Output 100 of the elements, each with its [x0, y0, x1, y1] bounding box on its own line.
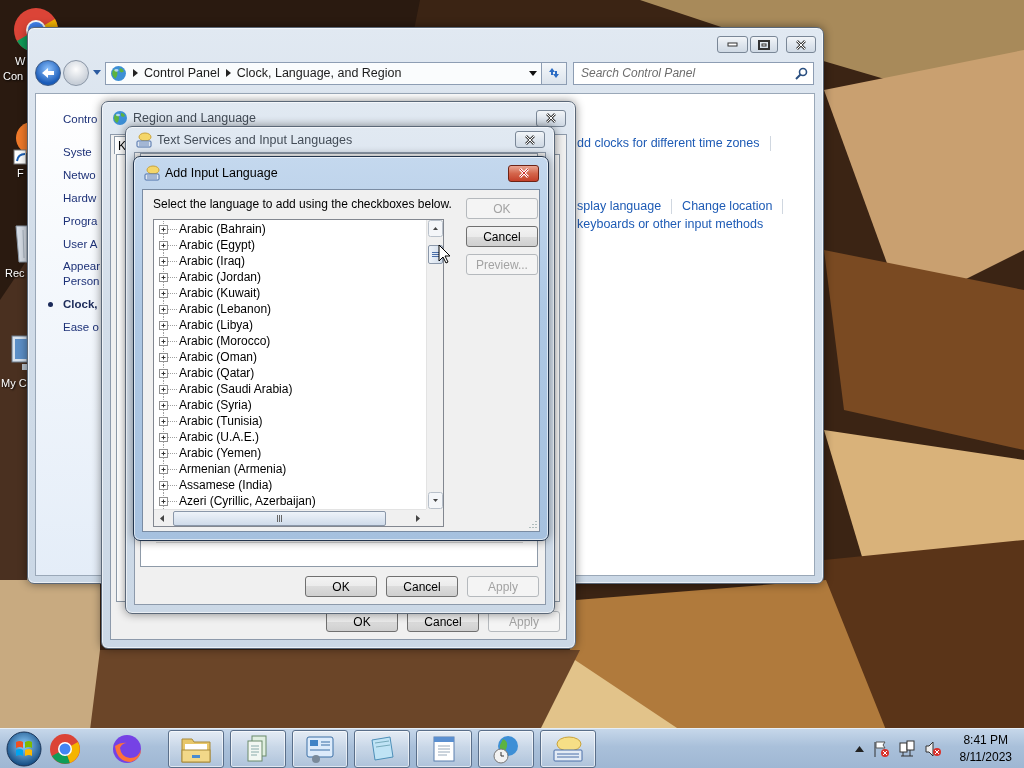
- address-bar[interactable]: Control Panel Clock, Language, and Region: [105, 61, 542, 85]
- tree-item[interactable]: Arabic (Iraq): [179, 254, 246, 268]
- sidebar-link[interactable]: Netwo: [48, 163, 96, 186]
- breadcrumb[interactable]: Control Panel: [144, 66, 220, 80]
- recent-pages-icon[interactable]: [92, 70, 102, 76]
- show-hidden-icons-icon[interactable]: [854, 745, 864, 752]
- link[interactable]: Change location: [682, 199, 773, 213]
- sidebar-link[interactable]: User A: [48, 232, 98, 255]
- dropdown-icon[interactable]: [529, 70, 537, 76]
- tree-item[interactable]: Arabic (Saudi Arabia): [179, 382, 293, 396]
- expand-icon[interactable]: [158, 269, 178, 285]
- taskbar-button[interactable]: [230, 729, 286, 768]
- sidebar-link[interactable]: Contro: [48, 107, 98, 140]
- taskbar-button[interactable]: [416, 729, 472, 768]
- back-button[interactable]: [35, 60, 61, 86]
- instruction-text: Select the language to add using the checkboxes below.: [153, 197, 452, 212]
- ok-button[interactable]: OK: [305, 576, 377, 597]
- expand-icon[interactable]: [158, 365, 178, 381]
- restore-icon[interactable]: [758, 39, 770, 50]
- window-title: Region and Language: [133, 111, 257, 125]
- back-arrow-icon[interactable]: [41, 67, 55, 79]
- grip-icon: [276, 515, 283, 522]
- taskbar-button[interactable]: [292, 729, 348, 768]
- tree-item[interactable]: Arabic (Morocco): [179, 334, 271, 348]
- expand-icon[interactable]: [158, 349, 178, 365]
- horizontal-scrollbar[interactable]: [154, 509, 426, 526]
- tree-item[interactable]: Arabic (Egypt): [179, 238, 256, 252]
- tree-item[interactable]: Arabic (U.A.E.): [179, 430, 259, 444]
- tree-item[interactable]: Arabic (Bahrain): [179, 222, 266, 236]
- chevron-icon[interactable]: [133, 69, 138, 77]
- link[interactable]: keyboards or other input methods: [577, 217, 764, 231]
- tree-item[interactable]: Arabic (Tunisia): [179, 414, 263, 428]
- tree-item[interactable]: Arabic (Qatar): [179, 366, 255, 380]
- tree-item[interactable]: Arabic (Lebanon): [179, 302, 272, 316]
- scroll-up-button[interactable]: [427, 220, 443, 237]
- expand-icon[interactable]: [158, 381, 178, 397]
- expand-icon[interactable]: [158, 445, 178, 461]
- expand-icon[interactable]: [158, 429, 178, 445]
- expand-icon[interactable]: [158, 285, 178, 301]
- expand-icon[interactable]: [158, 221, 178, 237]
- cancel-button[interactable]: Cancel: [465, 226, 538, 247]
- tree-item[interactable]: Assamese (India): [179, 478, 273, 492]
- tree-item[interactable]: Arabic (Kuwait): [179, 286, 261, 300]
- tree-item[interactable]: Arabic (Yemen): [179, 446, 262, 460]
- refresh-icon[interactable]: [547, 67, 561, 79]
- close-button[interactable]: [536, 109, 566, 127]
- close-icon[interactable]: [795, 39, 807, 50]
- cancel-button[interactable]: Cancel: [386, 576, 458, 597]
- expand-icon[interactable]: [158, 237, 178, 253]
- network-icon[interactable]: [897, 739, 916, 758]
- taskbar-button[interactable]: [168, 729, 224, 768]
- tree-item[interactable]: Arabic (Libya): [179, 318, 254, 332]
- flag-icon[interactable]: [871, 739, 890, 758]
- expand-icon[interactable]: [158, 301, 178, 317]
- taskbar-button[interactable]: [540, 729, 596, 768]
- chevron-icon[interactable]: [225, 69, 231, 77]
- vertical-scrollbar[interactable]: [426, 220, 443, 509]
- clock[interactable]: 8:41 PM 8/11/2023: [959, 731, 1012, 766]
- sidebar-link[interactable]: Appear Person: [48, 255, 101, 292]
- sidebar-link[interactable]: Ease o: [48, 315, 99, 338]
- sidebar-link[interactable]: Syste: [48, 140, 92, 163]
- close-button[interactable]: [508, 164, 539, 182]
- control-panel-icon[interactable]: [304, 733, 336, 764]
- expand-icon[interactable]: [158, 413, 178, 429]
- maximize-button[interactable]: [750, 36, 778, 53]
- sidebar-link[interactable]: Progra: [48, 209, 98, 232]
- sidebar-link[interactable]: Clock,: [48, 292, 98, 315]
- speaker-icon[interactable]: [923, 739, 942, 758]
- keyboard-icon[interactable]: [551, 733, 585, 764]
- globe-icon: [112, 110, 128, 126]
- tree-item[interactable]: Armenian (Armenia): [179, 462, 287, 476]
- tree-item[interactable]: Arabic (Syria): [179, 398, 252, 412]
- close-icon[interactable]: [524, 134, 536, 145]
- breadcrumb[interactable]: Clock, Language, and Region: [236, 66, 402, 80]
- resize-grip-icon[interactable]: [527, 519, 537, 529]
- scroll-down-button[interactable]: [427, 492, 443, 509]
- close-button[interactable]: [786, 36, 816, 53]
- expand-icon[interactable]: [158, 253, 178, 269]
- expand-icon[interactable]: [158, 317, 178, 333]
- minimize-icon[interactable]: [727, 42, 738, 47]
- taskbar-button[interactable]: [478, 729, 534, 768]
- tree-item[interactable]: Arabic (Oman): [179, 350, 258, 364]
- tree-item[interactable]: Arabic (Jordan): [179, 270, 262, 284]
- start-button[interactable]: [4, 729, 44, 768]
- globe-icon: [110, 64, 127, 82]
- tree-item[interactable]: Azeri (Cyrillic, Azerbaijan): [179, 494, 316, 508]
- expand-icon[interactable]: [158, 461, 178, 477]
- link[interactable]: splay language: [577, 199, 662, 213]
- sidebar-link[interactable]: Hardw: [48, 186, 97, 209]
- close-button[interactable]: [515, 131, 545, 148]
- expand-icon[interactable]: [158, 397, 178, 413]
- search-field[interactable]: Search Control Panel: [573, 61, 814, 85]
- link[interactable]: dd clocks for different time zones: [577, 136, 760, 150]
- close-icon[interactable]: [545, 113, 557, 123]
- expand-icon[interactable]: [158, 333, 178, 349]
- scroll-thumb[interactable]: [173, 511, 386, 526]
- search-icon[interactable]: [795, 66, 808, 80]
- taskbar-button[interactable]: [354, 729, 410, 768]
- refresh-button[interactable]: [542, 61, 567, 85]
- expand-icon[interactable]: [158, 477, 178, 493]
